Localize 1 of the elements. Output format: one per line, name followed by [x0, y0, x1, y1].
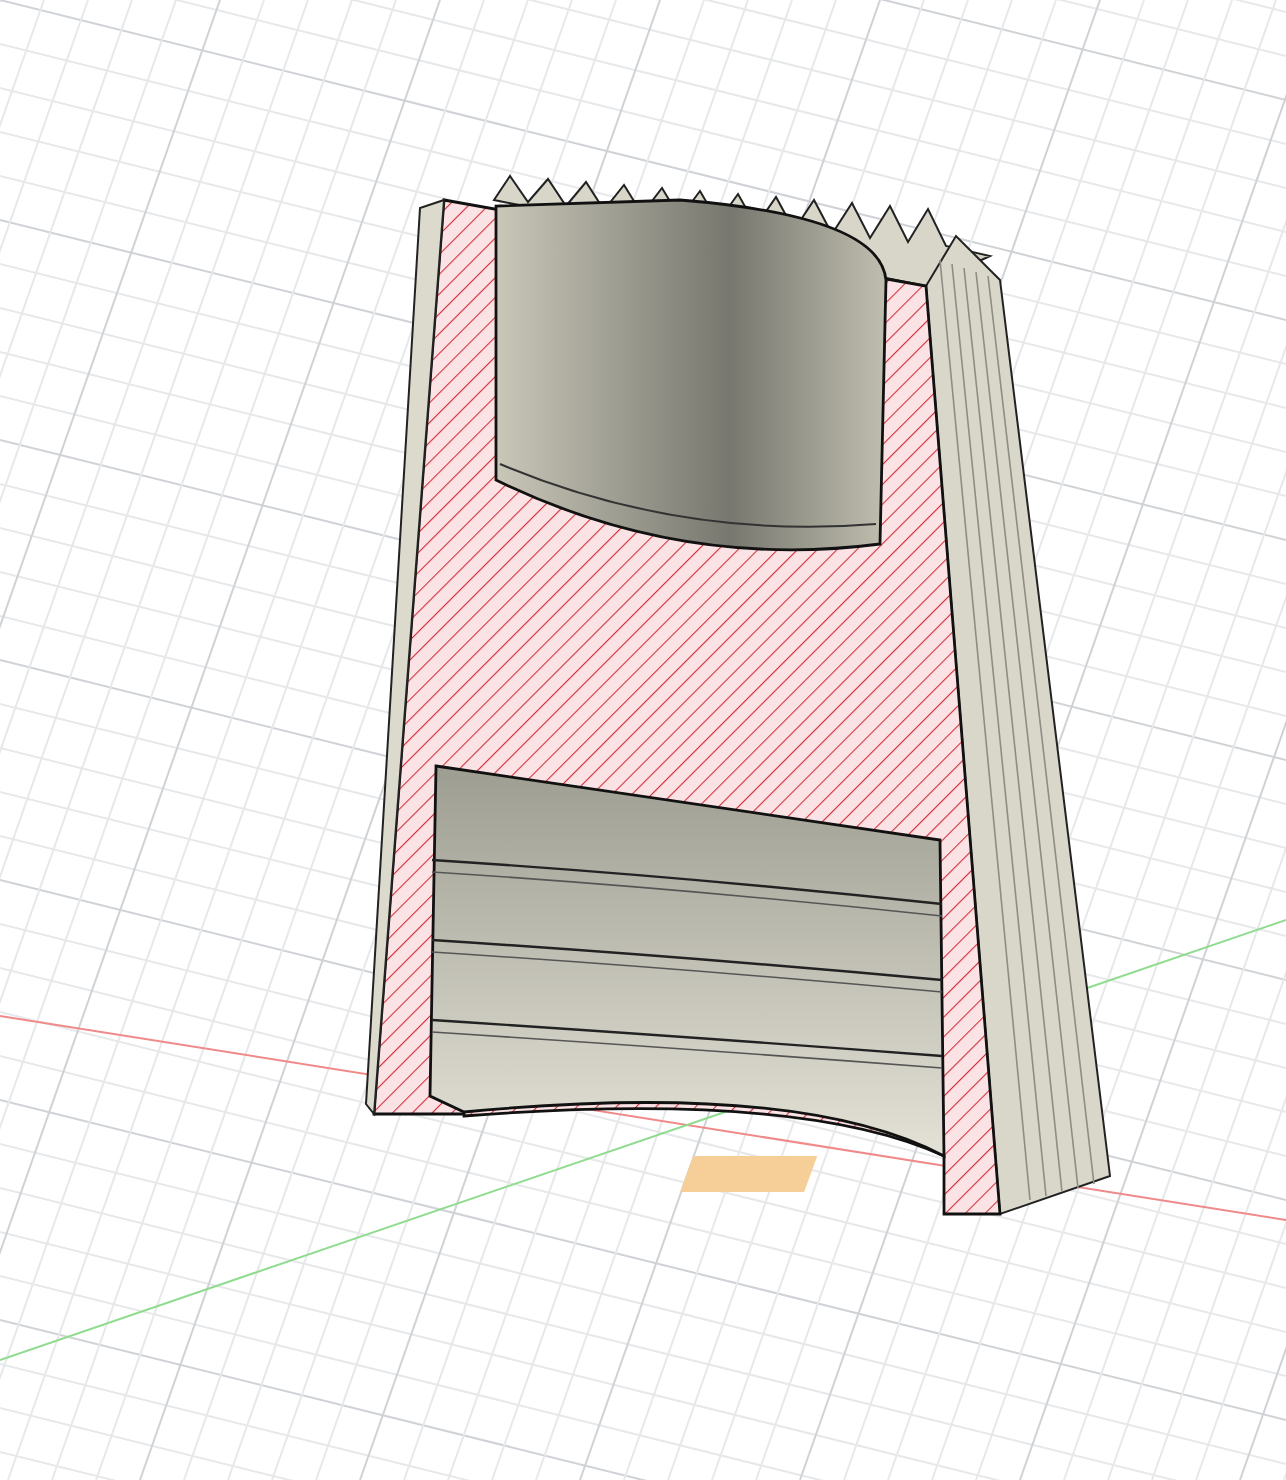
- shadow-patch: [680, 1156, 818, 1192]
